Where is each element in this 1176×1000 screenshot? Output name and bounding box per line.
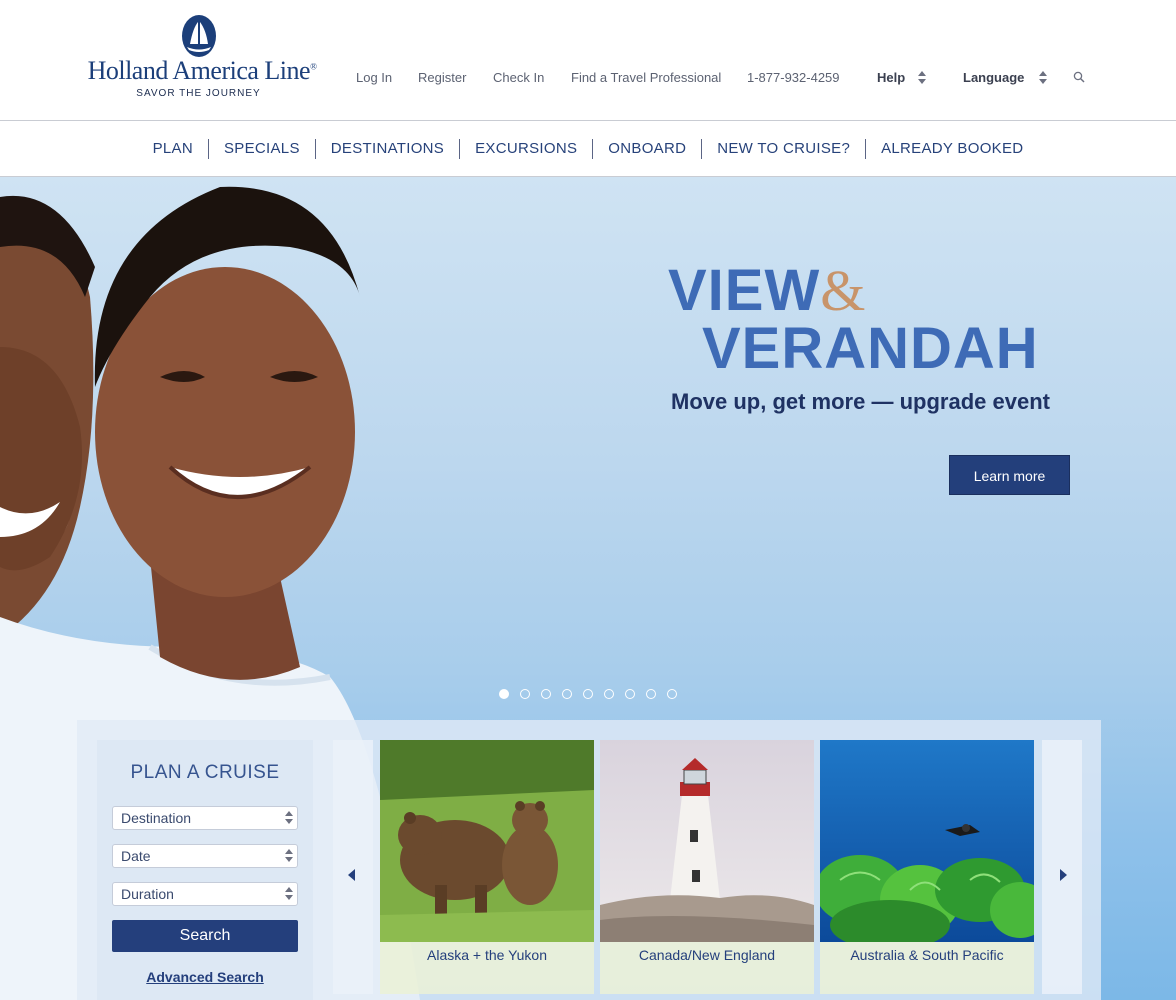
learn-more-button[interactable]: Learn more bbox=[949, 455, 1070, 495]
utility-nav: Log In Register Check In Find a Travel P… bbox=[0, 70, 1176, 90]
duration-sort-icon bbox=[285, 887, 293, 901]
phone-number[interactable]: 1-877-932-4259 bbox=[747, 70, 840, 85]
language-dropdown[interactable]: Language bbox=[963, 70, 1024, 85]
destination-select[interactable]: Destination bbox=[112, 806, 298, 830]
plan-title: PLAN A CRUISE bbox=[130, 762, 280, 783]
main-nav: PLAN SPECIALS DESTINATIONS EXCURSIONS ON… bbox=[0, 122, 1176, 177]
hero-title-verandah: VERANDAH bbox=[702, 316, 1039, 381]
destination-card-alaska[interactable]: Alaska + the Yukon bbox=[380, 740, 594, 994]
destination-card-canada[interactable]: Canada/New England bbox=[600, 740, 814, 994]
destination-sort-icon bbox=[285, 811, 293, 825]
search-icon[interactable] bbox=[1073, 71, 1085, 83]
help-sort-icon bbox=[918, 71, 926, 85]
slide-indicators bbox=[499, 689, 677, 699]
checkin-link[interactable]: Check In bbox=[493, 70, 544, 85]
chevron-left-icon bbox=[348, 869, 355, 881]
help-dropdown[interactable]: Help bbox=[877, 70, 905, 85]
slide-dot-9[interactable] bbox=[667, 689, 677, 699]
hero-ampersand: & bbox=[820, 258, 867, 323]
destination-label: Australia & South Pacific bbox=[820, 942, 1034, 994]
destination-label: Alaska + the Yukon bbox=[380, 942, 594, 994]
slide-dot-7[interactable] bbox=[625, 689, 635, 699]
date-select[interactable]: Date bbox=[112, 844, 298, 868]
date-sort-icon bbox=[285, 849, 293, 863]
carousel-prev-button[interactable] bbox=[333, 740, 373, 994]
duration-select[interactable]: Duration bbox=[112, 882, 298, 906]
nav-excursions[interactable]: EXCURSIONS bbox=[459, 139, 592, 159]
slide-dot-5[interactable] bbox=[583, 689, 593, 699]
search-button[interactable]: Search bbox=[112, 920, 298, 952]
slide-dot-3[interactable] bbox=[541, 689, 551, 699]
date-select-label: Date bbox=[121, 848, 151, 864]
nav-onboard[interactable]: ONBOARD bbox=[592, 139, 701, 159]
duration-select-label: Duration bbox=[121, 886, 174, 902]
hero-subtitle: Move up, get more — upgrade event bbox=[671, 389, 1050, 414]
lighthouse-image bbox=[600, 740, 814, 942]
nav-new-to-cruise[interactable]: NEW TO CRUISE? bbox=[701, 139, 865, 159]
nav-plan[interactable]: PLAN bbox=[138, 139, 208, 159]
find-travel-pro-link[interactable]: Find a Travel Professional bbox=[571, 70, 721, 85]
slide-dot-6[interactable] bbox=[604, 689, 614, 699]
chevron-right-icon bbox=[1060, 869, 1067, 881]
hero-title-view: VIEW& bbox=[668, 258, 867, 323]
nav-already-booked[interactable]: ALREADY BOOKED bbox=[865, 139, 1038, 159]
slide-dot-2[interactable] bbox=[520, 689, 530, 699]
carousel-next-button[interactable] bbox=[1042, 740, 1082, 994]
nav-specials[interactable]: SPECIALS bbox=[207, 139, 315, 159]
destination-select-label: Destination bbox=[121, 810, 192, 826]
site-header: Holland America Line® SAVOR THE JOURNEY … bbox=[0, 0, 1176, 121]
slide-dot-4[interactable] bbox=[562, 689, 572, 699]
alaska-bears-image bbox=[380, 740, 594, 942]
destination-card-australia[interactable]: Australia & South Pacific bbox=[820, 740, 1034, 994]
plan-a-cruise-panel: PLAN A CRUISE Destination Date Duration … bbox=[97, 740, 313, 1000]
slide-dot-1[interactable] bbox=[499, 689, 509, 699]
coral-reef-image bbox=[820, 740, 1034, 942]
register-link[interactable]: Register bbox=[418, 70, 466, 85]
nav-destinations[interactable]: DESTINATIONS bbox=[314, 139, 459, 159]
advanced-search-link[interactable]: Advanced Search bbox=[97, 969, 313, 985]
slide-dot-8[interactable] bbox=[646, 689, 656, 699]
destination-label: Canada/New England bbox=[600, 942, 814, 994]
ship-logo-icon bbox=[182, 15, 216, 57]
login-link[interactable]: Log In bbox=[356, 70, 392, 85]
language-sort-icon bbox=[1039, 71, 1047, 85]
